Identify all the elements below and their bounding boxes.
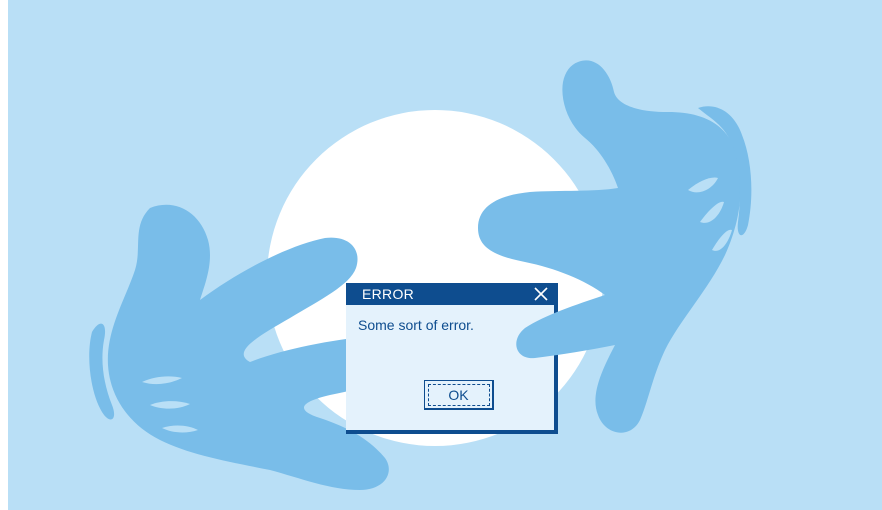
dialog-titlebar: ERROR [346, 283, 554, 305]
dialog-title: ERROR [362, 286, 415, 302]
illustration-canvas: ERROR Some sort of error. OK [0, 0, 882, 510]
close-x-icon[interactable] [532, 285, 550, 303]
error-message: Some sort of error. [358, 317, 474, 333]
ok-label: OK [448, 387, 469, 403]
ok-button[interactable]: OK [424, 380, 494, 410]
error-dialog: ERROR Some sort of error. OK [346, 283, 558, 434]
